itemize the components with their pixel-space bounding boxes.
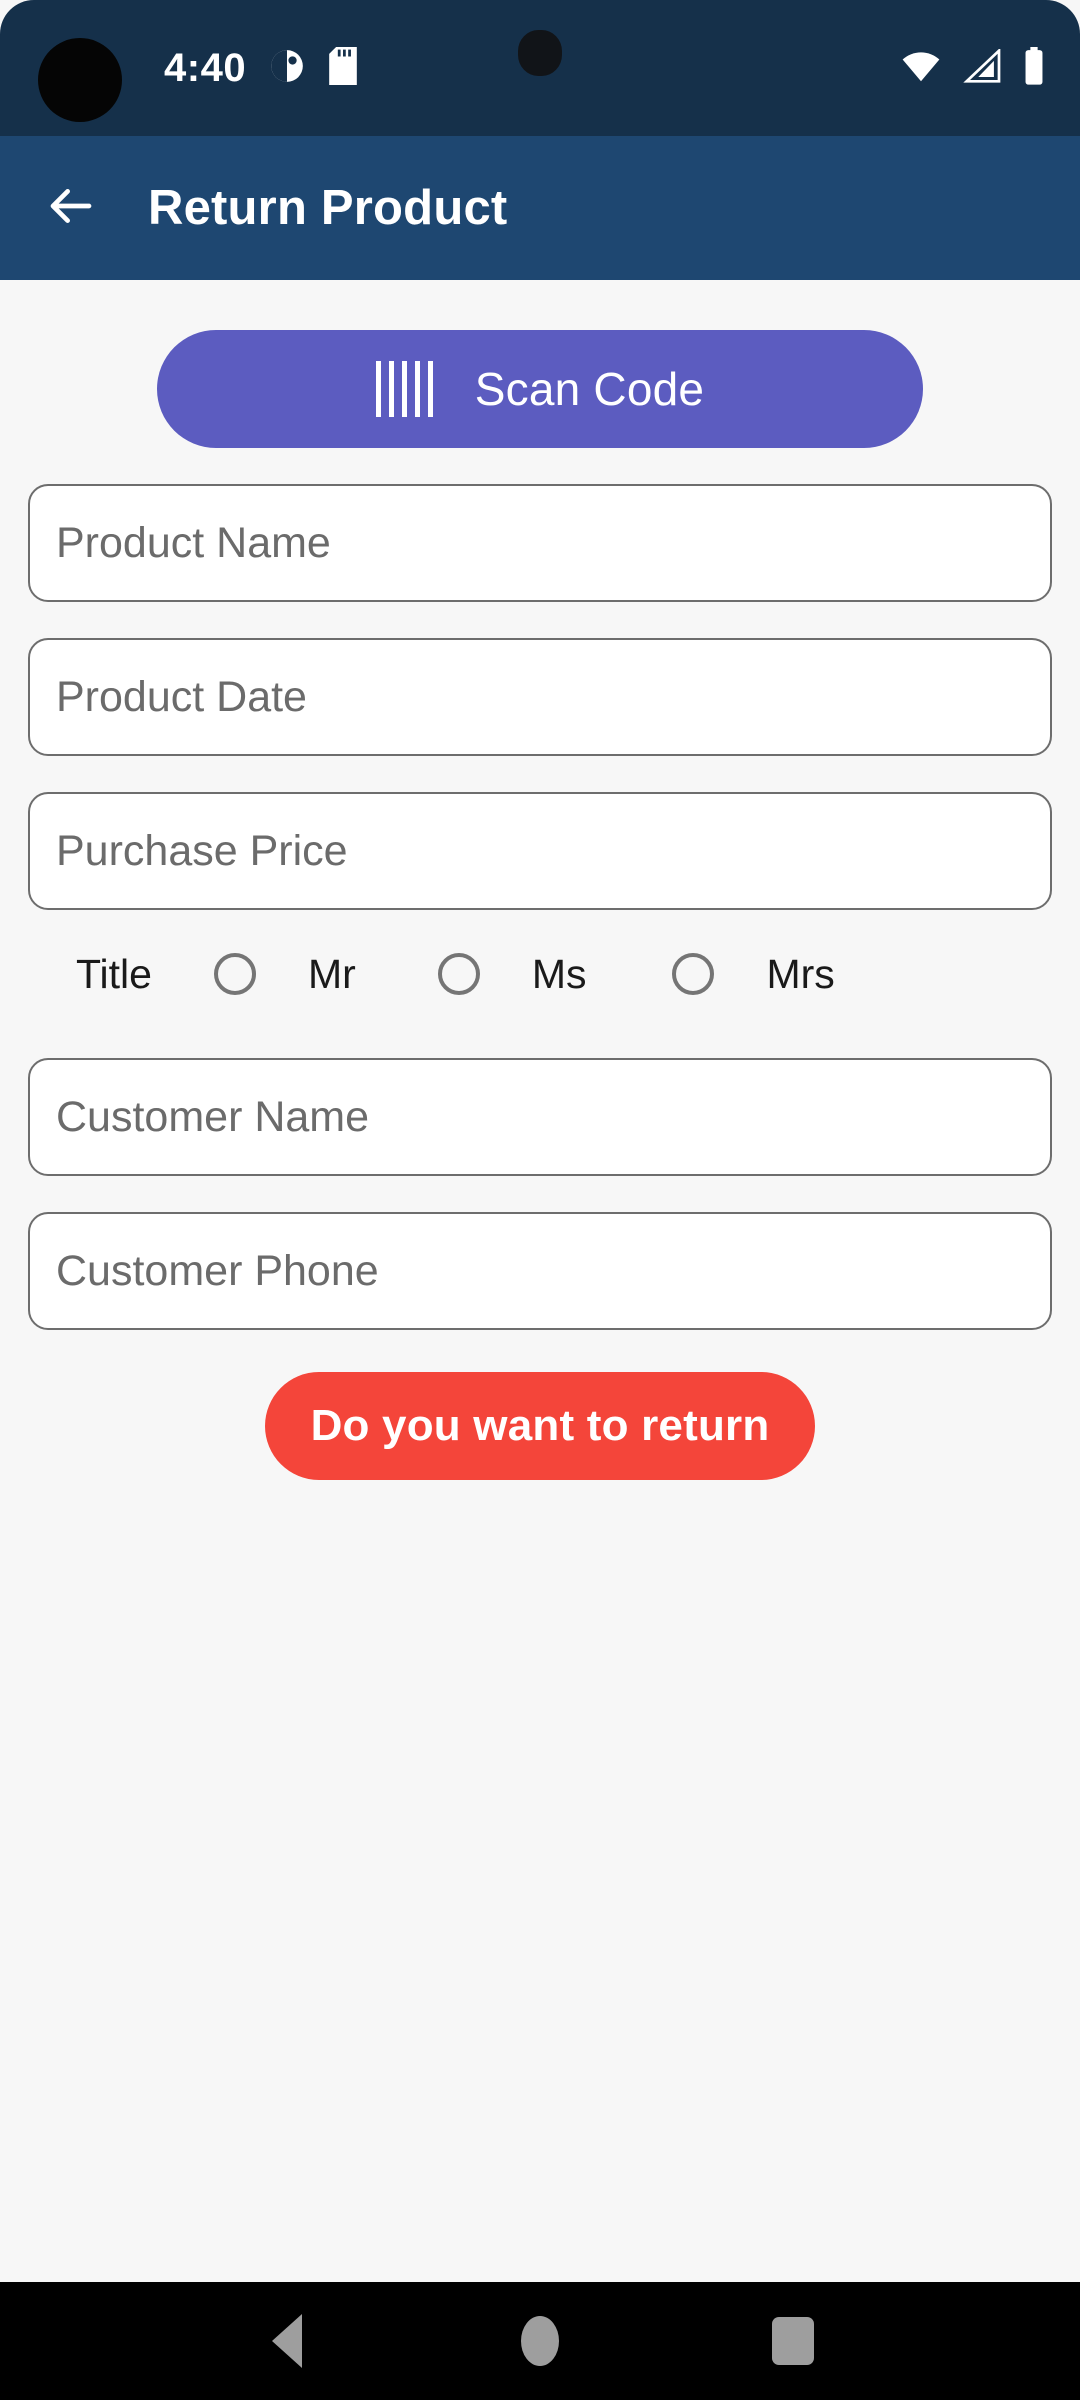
nav-recents-button[interactable] xyxy=(748,2296,838,2386)
app-bar: Return Product xyxy=(0,136,1080,280)
battery-full-icon xyxy=(1022,46,1046,90)
radio-option-mr[interactable]: Mr xyxy=(214,951,356,998)
scan-code-button[interactable]: Scan Code xyxy=(157,330,923,448)
customer-phone-field[interactable] xyxy=(28,1212,1052,1330)
purchase-price-field[interactable] xyxy=(28,792,1052,910)
title-label: Title xyxy=(76,950,152,997)
title-radio-group: Mr Ms Mrs xyxy=(208,951,1052,998)
customer-name-input[interactable] xyxy=(56,1092,1024,1142)
back-button[interactable] xyxy=(40,177,102,239)
nav-home-button[interactable] xyxy=(495,2296,585,2386)
return-submit-button[interactable]: Do you want to return xyxy=(264,1372,816,1480)
scan-button-row: Scan Code xyxy=(28,280,1052,448)
product-date-field[interactable] xyxy=(28,638,1052,756)
barcode-icon xyxy=(375,361,433,417)
radio-circle-mr[interactable] xyxy=(214,953,256,995)
half-circle-icon xyxy=(268,47,306,90)
status-bar-clock: 4:40 xyxy=(164,45,247,90)
product-name-field[interactable] xyxy=(28,484,1052,602)
status-bar-left: 4:40 xyxy=(164,46,358,91)
scan-code-label: Scan Code xyxy=(474,363,705,415)
purchase-price-input[interactable] xyxy=(56,826,1024,876)
product-date-input[interactable] xyxy=(56,672,1024,722)
sd-card-icon xyxy=(328,46,358,90)
radio-option-mrs[interactable]: Mrs xyxy=(672,950,835,998)
phone-screen: 4:40 Return Product Scan Code Product Na… xyxy=(0,0,1080,2400)
radio-label-mr: Mr xyxy=(308,950,356,997)
page-title: Return Product xyxy=(148,181,508,235)
arrow-left-icon xyxy=(44,179,98,238)
submit-button-row: Do you want to return xyxy=(28,1372,1052,1480)
app-notification-icon xyxy=(515,28,565,78)
radio-label-mrs: Mrs xyxy=(766,950,835,997)
cellular-signal-icon xyxy=(962,47,1002,88)
circle-home-icon xyxy=(520,2316,559,2366)
radio-label-ms: Ms xyxy=(531,950,587,997)
radio-option-ms[interactable]: Ms xyxy=(437,950,587,998)
customer-phone-input[interactable] xyxy=(56,1246,1024,1296)
status-bar-right xyxy=(900,0,1046,136)
form-content: Scan Code Title Mr Ms xyxy=(0,280,1080,2282)
title-radio-row: Title Mr Ms Mrs xyxy=(28,926,1052,1022)
nav-back-button[interactable] xyxy=(242,2296,332,2386)
customer-name-field[interactable] xyxy=(28,1058,1052,1176)
radio-circle-mrs[interactable] xyxy=(672,953,715,995)
wifi-icon xyxy=(900,49,942,88)
product-name-input[interactable] xyxy=(56,518,1024,568)
status-bar: 4:40 xyxy=(0,0,1080,136)
triangle-back-icon xyxy=(271,2314,302,2368)
radio-circle-ms[interactable] xyxy=(437,953,480,995)
front-camera-cutout xyxy=(38,38,122,122)
square-recents-icon xyxy=(772,2317,815,2365)
android-nav-bar xyxy=(0,2282,1080,2400)
